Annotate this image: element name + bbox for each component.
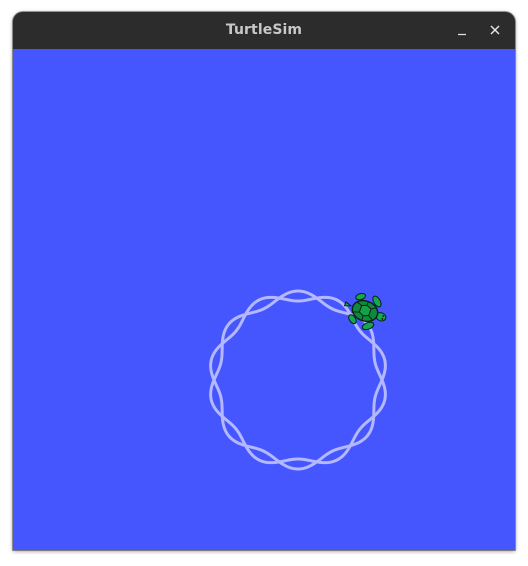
minimize-button[interactable] [450, 18, 474, 42]
close-button[interactable] [483, 18, 507, 42]
window-title: TurtleSim [225, 22, 303, 38]
close-icon [490, 25, 500, 35]
minimize-icon [458, 33, 466, 36]
turtle-canvas [13, 49, 515, 550]
turtlesim-window: TurtleSim [13, 12, 515, 550]
simulation-area [13, 49, 515, 550]
title-bar[interactable]: TurtleSim [13, 12, 515, 50]
